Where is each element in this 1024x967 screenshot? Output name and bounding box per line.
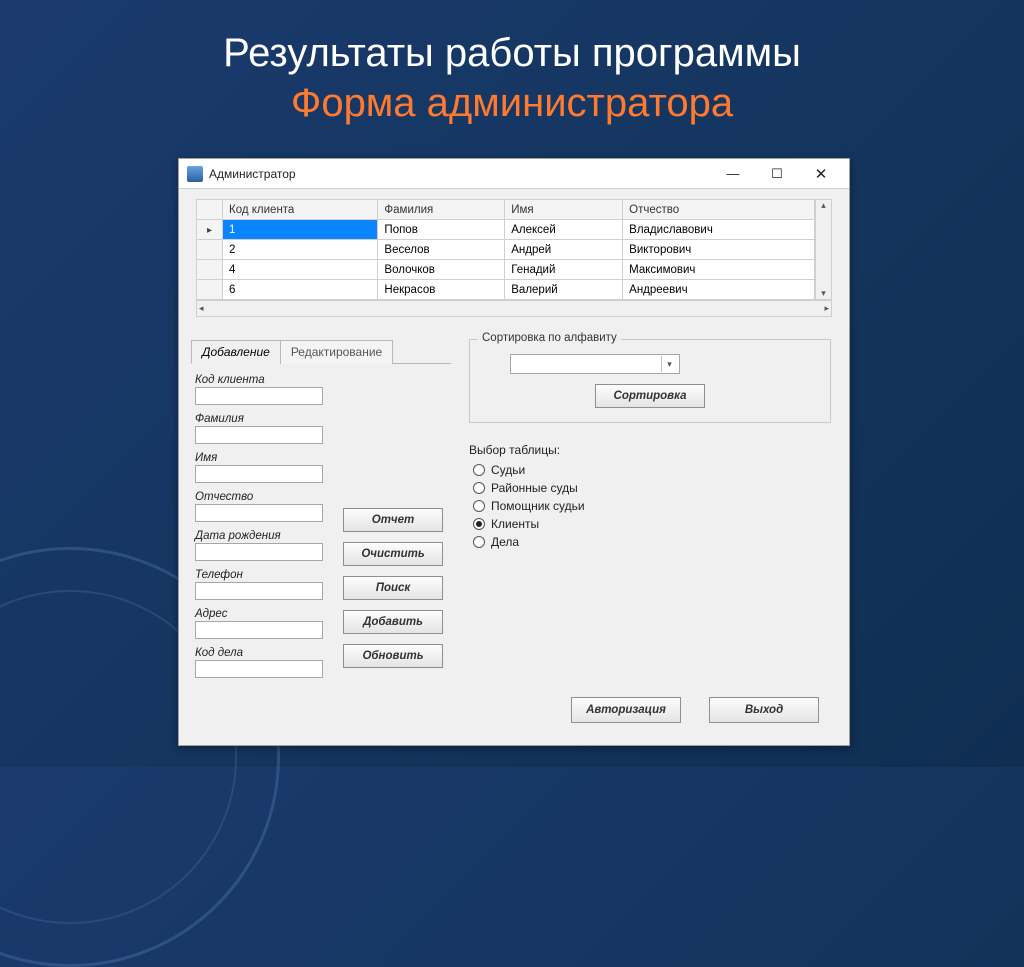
radio-icon: [473, 536, 485, 548]
window-titlebar[interactable]: Администратор — ☐ ✕: [179, 159, 849, 189]
search-button[interactable]: Поиск: [343, 576, 443, 600]
maximize-button[interactable]: ☐: [755, 160, 799, 188]
cell-firstname[interactable]: Алексей: [505, 220, 623, 240]
cell-patronymic[interactable]: Викторович: [623, 240, 815, 260]
cell-id[interactable]: 4: [223, 260, 378, 280]
grid-scrollbar-vertical[interactable]: ▴ ▾: [815, 199, 832, 300]
radio-icon: [473, 518, 485, 530]
cell-lastname[interactable]: Некрасов: [378, 280, 505, 300]
scroll-left-icon[interactable]: ◂: [199, 303, 204, 314]
radio-option[interactable]: Помощник судьи: [473, 499, 831, 513]
label-patronymic: Отчество: [195, 491, 323, 503]
add-form: Код клиента Фамилия Имя Отчество Дата ро…: [191, 364, 327, 690]
table-select-group: Выбор таблицы: Судьи Районные суды Помощни…: [469, 443, 831, 549]
slide-title-main: Результаты работы программы: [223, 31, 801, 75]
sort-group-title: Сортировка по алфавиту: [478, 332, 621, 344]
table-row[interactable]: 4ВолочковГенадийМаксимович: [197, 260, 815, 280]
label-client-id: Код клиента: [195, 374, 323, 386]
table-row[interactable]: 6НекрасовВалерийАндреевич: [197, 280, 815, 300]
input-address[interactable]: [195, 621, 323, 639]
close-button[interactable]: ✕: [799, 160, 843, 188]
cell-lastname[interactable]: Волочков: [378, 260, 505, 280]
clear-button[interactable]: Очистить: [343, 542, 443, 566]
label-birthdate: Дата рождения: [195, 530, 323, 542]
minimize-button[interactable]: —: [711, 160, 755, 188]
admin-window: Администратор — ☐ ✕ Код клиента Фамилия …: [178, 158, 850, 746]
radio-label: Судьи: [491, 463, 525, 477]
label-lastname: Фамилия: [195, 413, 323, 425]
radio-label: Дела: [491, 535, 519, 549]
radio-option[interactable]: Дела: [473, 535, 831, 549]
cell-id[interactable]: 2: [223, 240, 378, 260]
cell-firstname[interactable]: Генадий: [505, 260, 623, 280]
chevron-down-icon: ▾: [661, 356, 677, 372]
row-header: [197, 220, 223, 240]
row-header: [197, 280, 223, 300]
input-phone[interactable]: [195, 582, 323, 600]
row-header: [197, 240, 223, 260]
scroll-down-icon[interactable]: ▾: [821, 288, 826, 299]
auth-button[interactable]: Авторизация: [571, 697, 681, 723]
label-phone: Телефон: [195, 569, 323, 581]
radio-icon: [473, 464, 485, 476]
input-client-id[interactable]: [195, 387, 323, 405]
cell-patronymic[interactable]: Андреевич: [623, 280, 815, 300]
clients-grid-container: Код клиента Фамилия Имя Отчество 1ПоповА…: [196, 199, 832, 317]
cell-firstname[interactable]: Валерий: [505, 280, 623, 300]
sort-combo[interactable]: ▾: [510, 354, 680, 374]
input-patronymic[interactable]: [195, 504, 323, 522]
input-birthdate[interactable]: [195, 543, 323, 561]
tab-add[interactable]: Добавление: [191, 340, 281, 364]
cell-lastname[interactable]: Веселов: [378, 240, 505, 260]
scroll-up-icon[interactable]: ▴: [821, 200, 826, 211]
window-title: Администратор: [209, 167, 296, 181]
clients-grid[interactable]: Код клиента Фамилия Имя Отчество 1ПоповА…: [196, 199, 815, 300]
grid-header-patronymic[interactable]: Отчество: [623, 200, 815, 220]
input-case-id[interactable]: [195, 660, 323, 678]
slide-title-sub: Форма администратора: [0, 78, 1024, 128]
radio-label: Помощник судьи: [491, 499, 585, 513]
tab-edit[interactable]: Редактирование: [280, 340, 393, 364]
radio-label: Районные суды: [491, 481, 578, 495]
radio-icon: [473, 482, 485, 494]
table-row[interactable]: 1ПоповАлексейВладиславович: [197, 220, 815, 240]
action-buttons: Отчет Очистить Поиск Добавить Обновить: [343, 508, 443, 690]
input-firstname[interactable]: [195, 465, 323, 483]
grid-header-lastname[interactable]: Фамилия: [378, 200, 505, 220]
update-button[interactable]: Обновить: [343, 644, 443, 668]
cell-id[interactable]: 6: [223, 280, 378, 300]
cell-lastname[interactable]: Попов: [378, 220, 505, 240]
grid-corner: [197, 200, 223, 220]
tabstrip: Добавление Редактирование: [191, 339, 451, 364]
radio-option[interactable]: Судьи: [473, 463, 831, 477]
cell-id[interactable]: 1: [223, 220, 378, 240]
row-header: [197, 260, 223, 280]
sort-button[interactable]: Сортировка: [595, 384, 705, 408]
app-icon: [187, 166, 203, 182]
grid-header-firstname[interactable]: Имя: [505, 200, 623, 220]
radio-icon: [473, 500, 485, 512]
grid-header-id[interactable]: Код клиента: [223, 200, 378, 220]
label-firstname: Имя: [195, 452, 323, 464]
table-row[interactable]: 2ВеселовАндрейВикторович: [197, 240, 815, 260]
cell-patronymic[interactable]: Владиславович: [623, 220, 815, 240]
radio-label: Клиенты: [491, 517, 539, 531]
label-case-id: Код дела: [195, 647, 323, 659]
slide-title: Результаты работы программы Форма админи…: [0, 0, 1024, 128]
cell-firstname[interactable]: Андрей: [505, 240, 623, 260]
exit-button[interactable]: Выход: [709, 697, 819, 723]
table-select-label: Выбор таблицы:: [469, 443, 831, 457]
radio-option[interactable]: Клиенты: [473, 517, 831, 531]
cell-patronymic[interactable]: Максимович: [623, 260, 815, 280]
label-address: Адрес: [195, 608, 323, 620]
radio-option[interactable]: Районные суды: [473, 481, 831, 495]
input-lastname[interactable]: [195, 426, 323, 444]
grid-scrollbar-horizontal[interactable]: ◂ ▸: [196, 300, 832, 317]
report-button[interactable]: Отчет: [343, 508, 443, 532]
scroll-right-icon[interactable]: ▸: [824, 303, 829, 314]
add-button[interactable]: Добавить: [343, 610, 443, 634]
sort-group: Сортировка по алфавиту ▾ Сортировка: [469, 339, 831, 423]
